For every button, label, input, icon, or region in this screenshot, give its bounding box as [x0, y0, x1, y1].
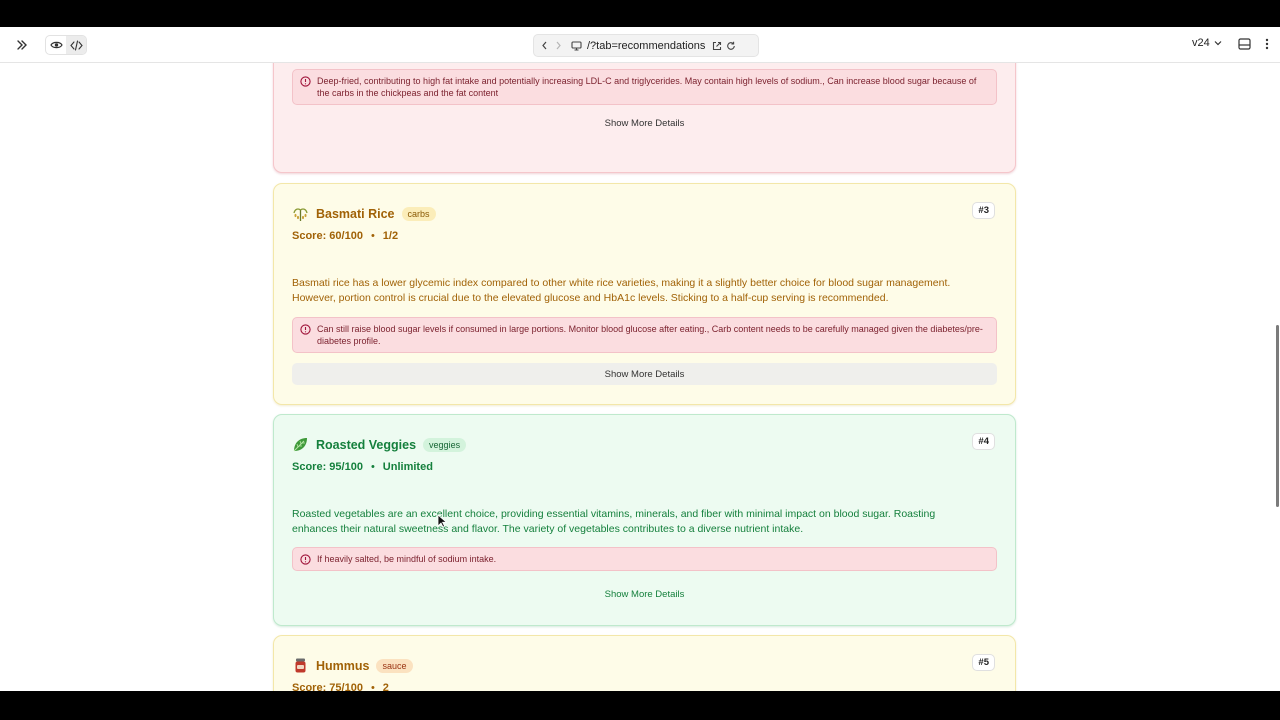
alert-circle-icon — [300, 324, 311, 335]
food-description: Roasted vegetables are an excellent choi… — [292, 508, 936, 535]
toolbar: /?tab=recommendations v24 — [0, 27, 1280, 63]
food-name: Hummus — [316, 658, 370, 673]
warning-box: Can still raise blood sugar levels if co… — [292, 317, 997, 353]
portion-value: 2 — [382, 682, 389, 691]
recommendation-card-hummus: Hummus sauce #5 Score: 75/100 • 2 — [273, 635, 1016, 691]
food-description: Basmati rice has a lower glycemic index … — [292, 277, 951, 304]
monitor-icon[interactable] — [569, 35, 583, 56]
jar-icon — [292, 657, 309, 674]
recommendations-list: Deep-fried, contributing to high fat int… — [0, 63, 1280, 691]
score-line: Score: 95/100 • Unlimited — [292, 461, 433, 473]
separator: • — [370, 682, 375, 691]
portion-value: Unlimited — [382, 461, 433, 473]
url-bar: /?tab=recommendations — [533, 34, 759, 57]
app-window: /?tab=recommendations v24 Deep-fried, co… — [0, 27, 1280, 691]
recommendation-card-roasted-veggies: Roasted Veggies veggies #4 Score: 95/100… — [273, 414, 1016, 626]
rank-badge: #4 — [972, 433, 995, 450]
chevron-down-icon — [1214, 37, 1222, 49]
mouse-cursor-icon — [437, 514, 447, 528]
show-more-details-button[interactable]: Show More Details — [292, 363, 997, 385]
card-header: Basmati Rice carbs — [292, 205, 436, 222]
version-label: v24 — [1192, 37, 1210, 49]
score-value: Score: 60/100 — [292, 230, 363, 242]
alert-circle-icon — [300, 554, 311, 565]
code-icon[interactable] — [66, 36, 86, 54]
warning-text: If heavily salted, be mindful of sodium … — [317, 554, 497, 564]
score-value: Score: 95/100 — [292, 461, 363, 473]
rank-badge: #3 — [972, 202, 995, 219]
view-toggle — [45, 35, 87, 55]
show-more-details-button[interactable]: Show More Details — [292, 583, 997, 605]
recommendation-card-basmati-rice: Basmati Rice carbs #3 Score: 60/100 • 1/… — [273, 183, 1016, 405]
separator: • — [370, 461, 375, 473]
food-name: Basmati Rice — [316, 206, 395, 221]
warning-box: If heavily salted, be mindful of sodium … — [292, 547, 997, 571]
panel-icon[interactable] — [1237, 37, 1251, 51]
double-chevron-right-icon[interactable] — [14, 37, 30, 53]
warning-text: Can still raise blood sugar levels if co… — [317, 324, 983, 346]
score-line: Score: 75/100 • 2 — [292, 682, 389, 691]
eye-icon[interactable] — [46, 36, 66, 54]
card-header: Roasted Veggies veggies — [292, 436, 467, 453]
card-header: Hummus sauce — [292, 657, 413, 674]
warning-text: Deep-fried, contributing to high fat int… — [317, 76, 977, 98]
rank-badge: #5 — [972, 654, 995, 671]
chevron-left-icon[interactable] — [537, 35, 551, 56]
url-text[interactable]: /?tab=recommendations — [587, 40, 705, 52]
version-select[interactable]: v24 — [1192, 37, 1222, 49]
recommendation-card: Deep-fried, contributing to high fat int… — [273, 63, 1016, 173]
alert-circle-icon — [300, 76, 311, 87]
category-tag: carbs — [401, 206, 436, 221]
portion-value: 1/2 — [382, 230, 399, 242]
food-name: Roasted Veggies — [316, 437, 417, 452]
category-tag: veggies — [423, 437, 467, 452]
show-more-details-button[interactable]: Show More Details — [292, 112, 997, 134]
more-vertical-icon[interactable] — [1260, 37, 1274, 51]
separator: • — [370, 230, 375, 242]
chevron-right-icon[interactable] — [551, 35, 565, 56]
rice-icon — [292, 205, 309, 222]
external-link-icon[interactable] — [710, 35, 724, 56]
score-value: Score: 75/100 — [292, 682, 363, 691]
category-tag: sauce — [376, 658, 413, 673]
score-line: Score: 60/100 • 1/2 — [292, 230, 398, 242]
warning-box: Deep-fried, contributing to high fat int… — [292, 69, 997, 105]
leafy-green-icon — [292, 436, 309, 453]
refresh-icon[interactable] — [724, 35, 738, 56]
scrollbar-thumb[interactable] — [1276, 325, 1279, 507]
